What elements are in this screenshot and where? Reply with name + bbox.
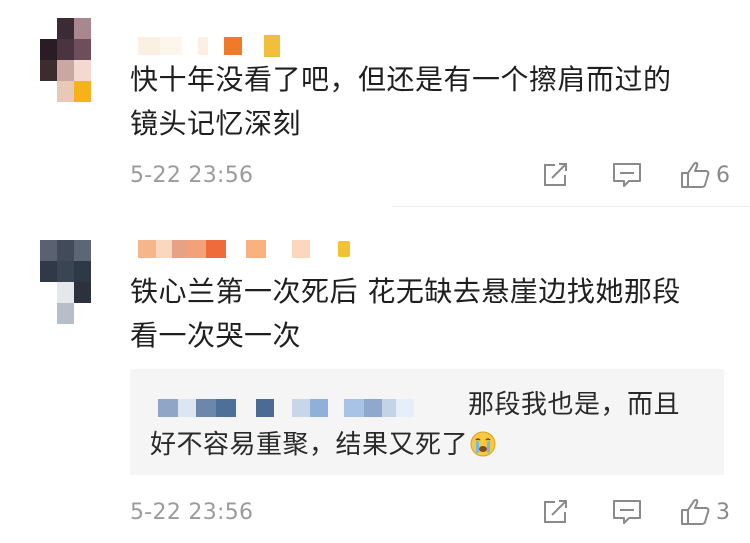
username-obscured[interactable]	[138, 35, 280, 57]
reply-text: 那段我也是，而且好不容易重聚，结果又死了	[150, 385, 710, 465]
avatar[interactable]	[40, 18, 108, 102]
reply-box[interactable]: 那段我也是，而且好不容易重聚，结果又死了	[130, 369, 724, 475]
reply-button[interactable]	[612, 499, 642, 525]
reply-text-line2: 好不容易重聚，结果又死了	[150, 430, 469, 460]
reply-text-line1: 那段我也是，而且	[468, 390, 681, 420]
like-count: 6	[716, 162, 730, 188]
comment-text: 铁心兰第一次死后 花无缺去悬崖边找她那段 看一次哭一次	[130, 275, 681, 352]
username-obscured[interactable]	[138, 239, 350, 259]
like-button[interactable]: 6	[680, 161, 730, 189]
avatar[interactable]	[40, 240, 108, 324]
reply-button[interactable]	[612, 162, 642, 188]
like-count: 3	[716, 499, 730, 525]
thumbs-up-icon	[680, 498, 710, 526]
vip-badge-icon	[338, 241, 350, 257]
like-button[interactable]: 3	[680, 498, 730, 526]
comment-icon	[612, 499, 642, 525]
timestamp: 5-22 23:56	[130, 499, 254, 525]
action-bar: 6	[514, 158, 730, 192]
share-icon	[542, 499, 570, 525]
share-icon	[542, 162, 570, 188]
crying-face-emoji	[470, 429, 496, 457]
comment-item: 快十年没看了吧，但还是有一个擦肩而过的 镜头记忆深刻 5-22 23:56 6	[0, 0, 750, 205]
comment-icon	[612, 162, 642, 188]
comment-meta: 5-22 23:56	[130, 495, 730, 529]
comment-text: 快十年没看了吧，但还是有一个擦肩而过的 镜头记忆深刻	[130, 63, 672, 140]
action-bar: 3	[514, 495, 730, 529]
timestamp: 5-22 23:56	[130, 162, 254, 188]
share-button[interactable]	[542, 499, 570, 525]
thumbs-up-icon	[680, 161, 710, 189]
share-button[interactable]	[542, 162, 570, 188]
comment-meta: 5-22 23:56	[130, 158, 730, 192]
